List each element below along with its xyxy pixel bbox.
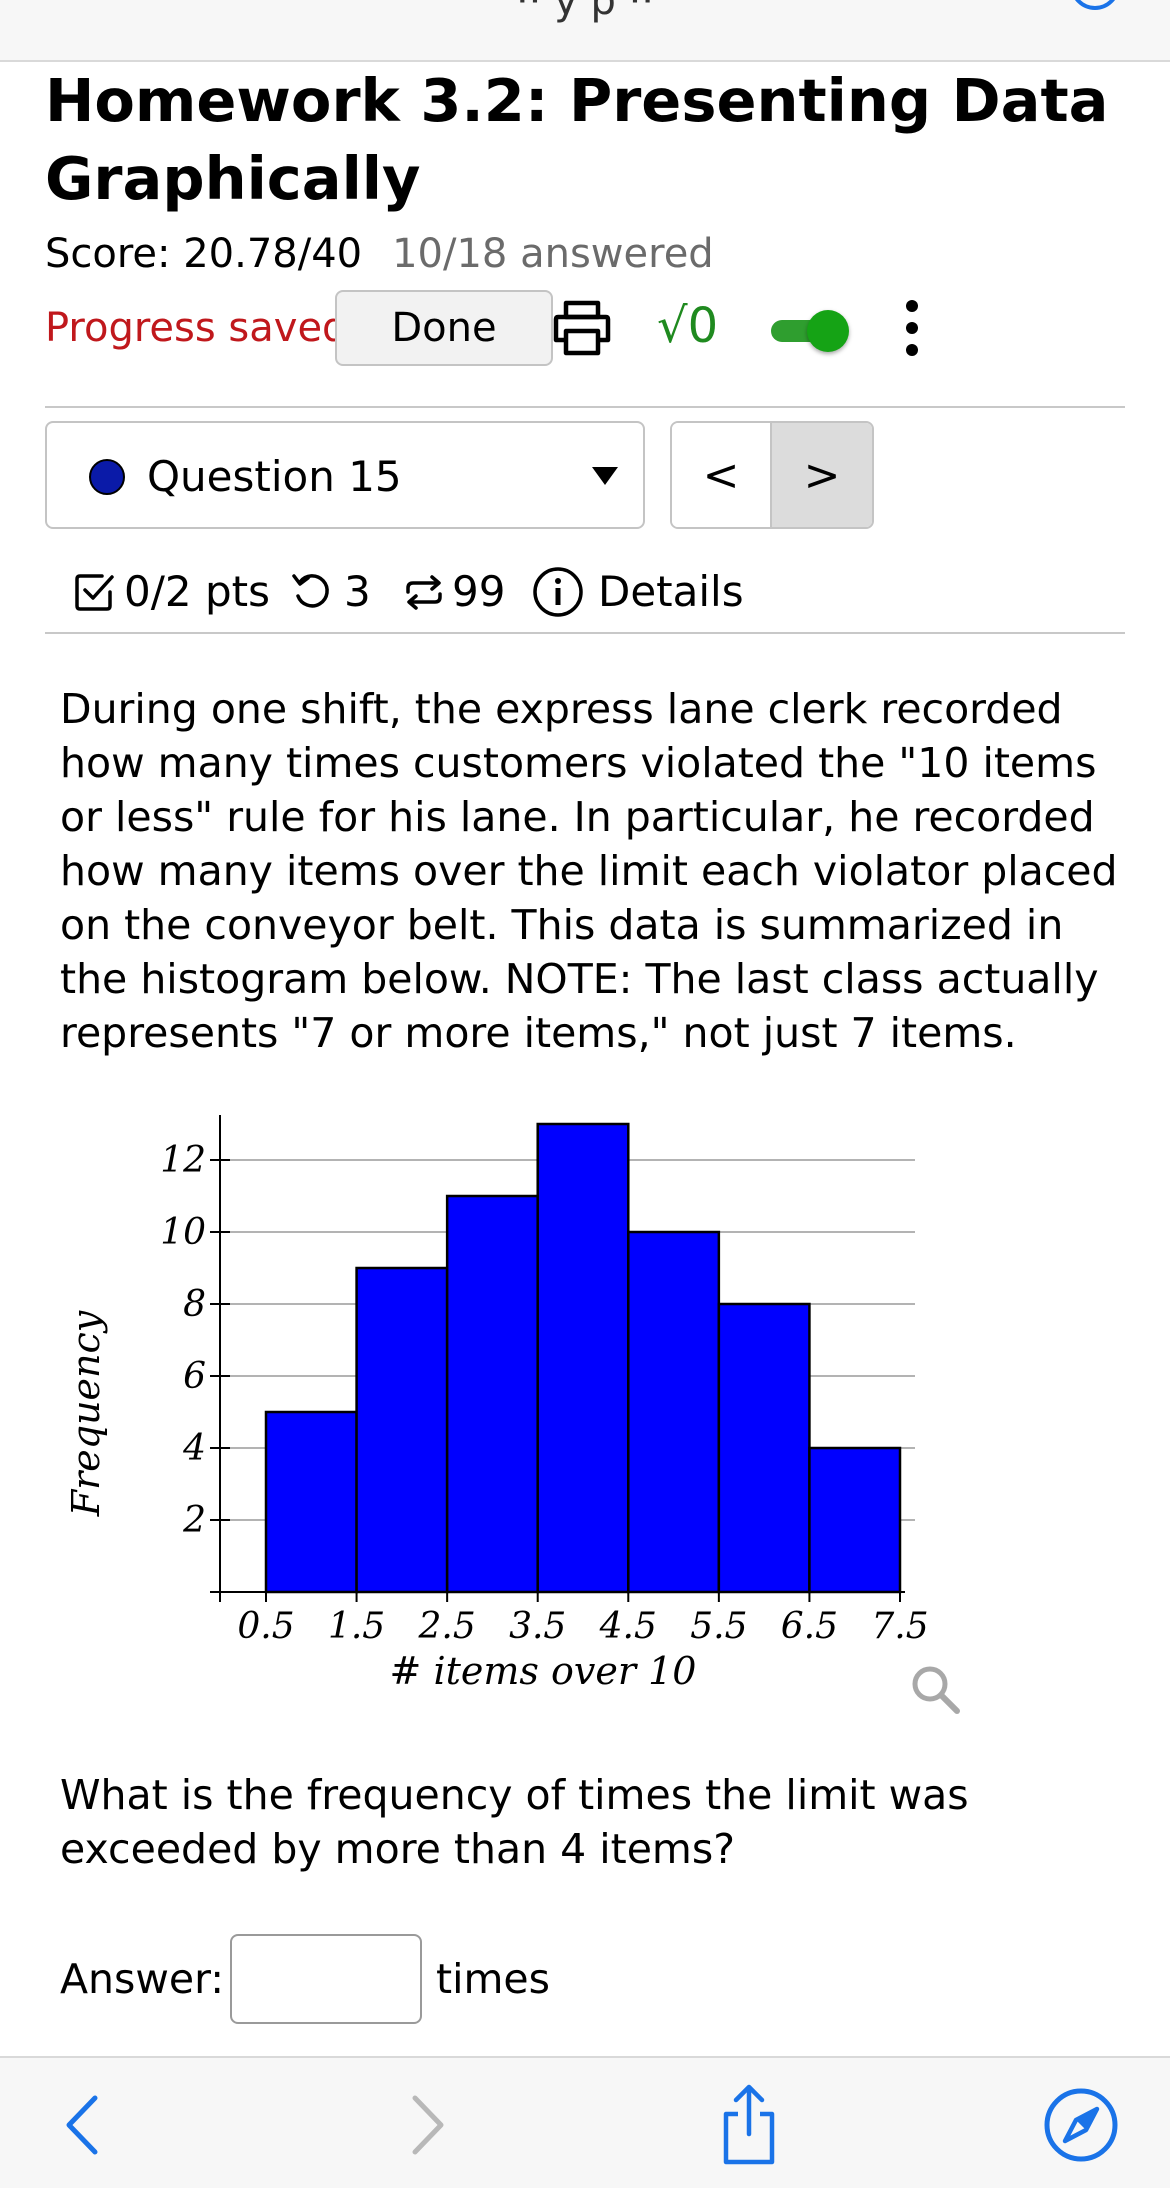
histogram-bar: [536, 1122, 630, 1594]
print-icon[interactable]: [550, 300, 614, 356]
x-tick-label: 2.5: [418, 1606, 476, 1647]
x-tick-label: 5.5: [690, 1606, 747, 1647]
kebab-dot: [906, 300, 918, 312]
share-icon[interactable]: [704, 2080, 794, 2170]
histogram-chart: 2 4 6 8 10 12 0.5 1.5 2.5 3.5 4.5 5.5 6.5 7.5 # items …: [55, 1095, 965, 1715]
y-tick-label: 4: [182, 1428, 206, 1469]
retry-icon: [292, 574, 329, 608]
histogram-bar: [445, 1194, 539, 1594]
attempts-value: 99: [452, 567, 506, 616]
x-tick-label: 0.5: [237, 1606, 294, 1647]
y-tick-label: 10: [160, 1212, 206, 1253]
browser-top-bar: ·· y p ··: [0, 0, 1170, 62]
kebab-dot: [906, 322, 918, 334]
answered-count: 10/18 answered: [392, 231, 714, 277]
question-status-dot: [89, 459, 125, 495]
x-tick-label: 4.5: [599, 1606, 657, 1647]
checkbox-icon: [75, 574, 114, 611]
histogram-bar: [355, 1266, 449, 1594]
points-value: 0/2 pts: [124, 567, 270, 616]
x-tick-label: 6.5: [781, 1606, 838, 1647]
zoom-icon[interactable]: [908, 1662, 964, 1718]
answer-input[interactable]: [230, 1934, 422, 2024]
retries-indicator: 3: [290, 560, 371, 624]
points-indicator: 0/2 pts: [72, 560, 270, 624]
x-axis-title: # items over 10: [390, 1649, 697, 1693]
histogram-bar: [808, 1446, 902, 1594]
score-line: Score: 20.78/40 10/18 answered: [45, 226, 714, 282]
forward-icon[interactable]: [380, 2080, 470, 2170]
y-tick-label: 2: [182, 1500, 206, 1541]
details-label: Details: [598, 567, 744, 616]
y-tick-label: 6: [183, 1356, 206, 1397]
retries-value: 3: [344, 567, 371, 616]
divider: [45, 632, 1125, 634]
x-tick-label: 3.5: [509, 1606, 566, 1647]
y-tick-label: 12: [160, 1140, 206, 1181]
assignment-toolbar: Progress saved Done √0: [45, 288, 1145, 368]
answer-label: Answer:: [60, 1955, 225, 2003]
question-select-label: Question 15: [147, 452, 402, 501]
repeat-icon: [406, 575, 442, 610]
histogram-bar: [627, 1230, 721, 1594]
progress-status: Progress saved: [45, 305, 348, 351]
details-button[interactable]: Details: [532, 560, 744, 624]
more-options-icon[interactable]: [900, 296, 924, 360]
score-value: Score: 20.78/40: [45, 231, 363, 277]
page-title: Homework 3.2: Presenting Data Graphicall…: [45, 66, 1109, 213]
math-entry-toggle[interactable]: [767, 310, 851, 352]
info-icon: [533, 567, 583, 617]
histogram-bar: [264, 1410, 358, 1594]
x-tick-label: 7.5: [871, 1606, 928, 1647]
question-meta-row: 0/2 pts 3 99 Details: [72, 560, 1132, 624]
answer-unit: times: [436, 1955, 550, 2003]
browser-page-title-fragment: ·· y p ··: [515, 0, 655, 24]
y-tick-label: 8: [183, 1284, 206, 1325]
question-prompt: During one shift, the express lane clerk…: [60, 685, 1118, 1057]
next-question-button[interactable]: >: [772, 423, 872, 527]
done-button[interactable]: Done: [335, 290, 553, 366]
y-axis-title: Frequency: [64, 1310, 108, 1517]
histogram-svg: 2 4 6 8 10 12 0.5 1.5 2.5 3.5 4.5 5.5 6.5 7.5 # items …: [64, 1115, 929, 1693]
question-nav-group: < >: [670, 421, 874, 529]
question-select[interactable]: Question 15: [45, 421, 645, 529]
previous-question-button[interactable]: <: [672, 423, 772, 527]
answer-row: Answer: times: [60, 1934, 860, 2024]
x-tick-label: 1.5: [328, 1606, 385, 1647]
back-icon[interactable]: [40, 2080, 130, 2170]
attempts-indicator: 99: [402, 560, 505, 624]
question-ask: What is the frequency of times the limit…: [60, 1771, 969, 1873]
divider: [45, 406, 1125, 408]
math-entry-label: √0: [657, 298, 719, 354]
browser-bottom-bar: [0, 2056, 1170, 2188]
histogram-bar: [717, 1302, 811, 1594]
compass-icon[interactable]: [1036, 2080, 1126, 2170]
kebab-dot: [906, 344, 918, 356]
toggle-knob: [807, 310, 849, 352]
dropdown-caret-icon: [592, 467, 618, 485]
